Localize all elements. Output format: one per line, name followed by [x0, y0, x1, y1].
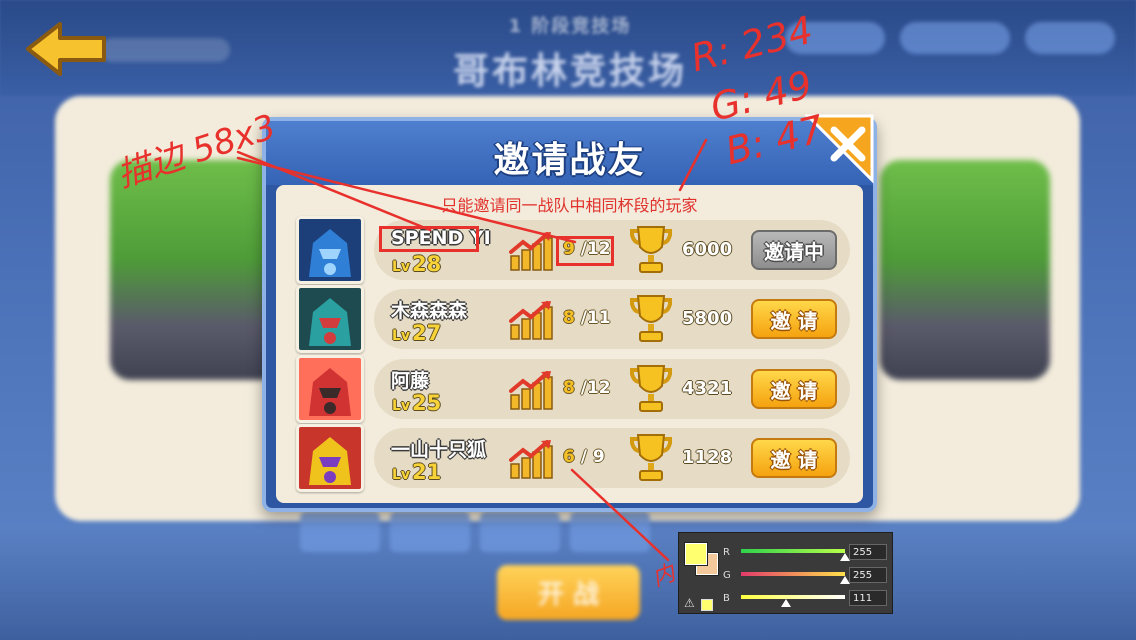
- level-value: 21: [412, 460, 442, 484]
- invite-button[interactable]: 邀请中: [751, 230, 837, 270]
- deck-card: [300, 512, 380, 552]
- progress-total: / 9: [580, 447, 605, 467]
- invite-button[interactable]: 邀 请: [751, 438, 837, 478]
- player-row: 木森森森 Lv 27 8 /11 5800 邀 请: [296, 285, 850, 353]
- progress-total: /11: [580, 308, 611, 328]
- player-row: 阿藤 Lv 25 8 /12 4321 邀 请: [296, 355, 850, 423]
- currency-chip: [785, 22, 885, 54]
- trophy-count: 1128: [682, 447, 733, 468]
- trophy-count: 4321: [682, 378, 733, 399]
- player-level: Lv 25: [392, 391, 441, 415]
- level-value: 25: [412, 391, 442, 415]
- progress-total: /12: [580, 378, 611, 398]
- player-level: Lv 21: [392, 460, 441, 484]
- channel-label: R: [723, 547, 730, 558]
- fight-button[interactable]: 开 战: [497, 565, 640, 620]
- web-safe-swatch[interactable]: [701, 599, 713, 611]
- level-value: 28: [412, 252, 442, 276]
- gamut-warning-icon: ⚠: [684, 596, 695, 610]
- invite-rule-note: 只能邀请同一战队中相同杯段的玩家: [441, 196, 698, 215]
- arena-title: 哥布林竞技场: [452, 51, 687, 92]
- red-robot-avatar[interactable]: [296, 355, 364, 423]
- deck-card: [480, 512, 560, 552]
- trophy-icon: [630, 434, 672, 481]
- gem-chip: [900, 22, 1010, 54]
- back-arrow-icon[interactable]: [20, 18, 110, 80]
- player-progress-bar: [100, 38, 230, 62]
- rank-progress: 8 /12: [563, 378, 611, 398]
- player-name: 木森森森: [391, 300, 468, 322]
- channel-label: G: [723, 570, 731, 581]
- rank-progress-icon: [509, 371, 553, 410]
- rank-progress-icon: [509, 440, 553, 479]
- level-label: Lv: [392, 328, 411, 344]
- channel-value-input[interactable]: 255: [849, 567, 887, 583]
- trophy-icon: [630, 226, 672, 273]
- gold-robot-avatar[interactable]: [296, 424, 364, 492]
- coin-chip: [1025, 22, 1115, 54]
- teal-robot-avatar[interactable]: [296, 285, 364, 353]
- channel-slider-thumb[interactable]: [781, 599, 792, 607]
- player-row: 一山十只狐 Lv 21 6 / 9 1128 邀 请: [296, 424, 850, 492]
- channel-value-input[interactable]: 111: [849, 590, 887, 606]
- close-icon[interactable]: [804, 112, 876, 184]
- left-island-image: [110, 160, 280, 380]
- channel-value-input[interactable]: 255: [849, 544, 887, 560]
- foreground-color-swatch[interactable]: [685, 543, 707, 565]
- trophy-count: 6000: [682, 239, 733, 260]
- rank-progress-icon: [509, 232, 553, 271]
- level-label: Lv: [392, 398, 411, 414]
- color-picker-panel: ⚠ R 255 G 255 B 111: [678, 532, 893, 614]
- dialog-title: 邀请战友: [493, 140, 646, 181]
- progress-current: 8: [563, 308, 575, 328]
- trophy-icon: [630, 295, 672, 342]
- rank-progress: 6 / 9: [563, 447, 605, 467]
- player-name: 阿藤: [391, 370, 430, 392]
- level-label: Lv: [392, 467, 411, 483]
- progress-current: 8: [563, 378, 575, 398]
- blue-robot-avatar[interactable]: [296, 216, 364, 284]
- player-name: 一山十只狐: [391, 439, 487, 461]
- channel-slider[interactable]: [741, 595, 845, 599]
- invite-dialog: 邀请战友 只能邀请同一战队中相同杯段的玩家 SPEND YI Lv 28 9 /…: [262, 117, 877, 512]
- progress-highlight-box: [556, 236, 614, 266]
- channel-label: B: [723, 593, 730, 604]
- deck-card: [570, 512, 650, 552]
- level-value: 27: [412, 321, 442, 345]
- progress-current: 6: [563, 447, 575, 467]
- rank-progress-icon: [509, 301, 553, 340]
- trophy-icon: [630, 365, 672, 412]
- level-label: Lv: [392, 259, 411, 275]
- right-island-image: [880, 160, 1050, 380]
- channel-slider[interactable]: [741, 572, 845, 576]
- channel-slider[interactable]: [741, 549, 845, 553]
- invite-button[interactable]: 邀 请: [751, 369, 837, 409]
- arena-stage-label: 1 阶段竞技场: [508, 16, 632, 37]
- player-level: Lv 28: [392, 252, 441, 276]
- dialog-header: 邀请战友: [266, 121, 873, 185]
- rank-progress: 8 /11: [563, 308, 611, 328]
- player-level: Lv 27: [392, 321, 441, 345]
- name-highlight-box: [379, 226, 479, 252]
- trophy-count: 5800: [682, 308, 733, 329]
- invite-button[interactable]: 邀 请: [751, 299, 837, 339]
- deck-card: [390, 512, 470, 552]
